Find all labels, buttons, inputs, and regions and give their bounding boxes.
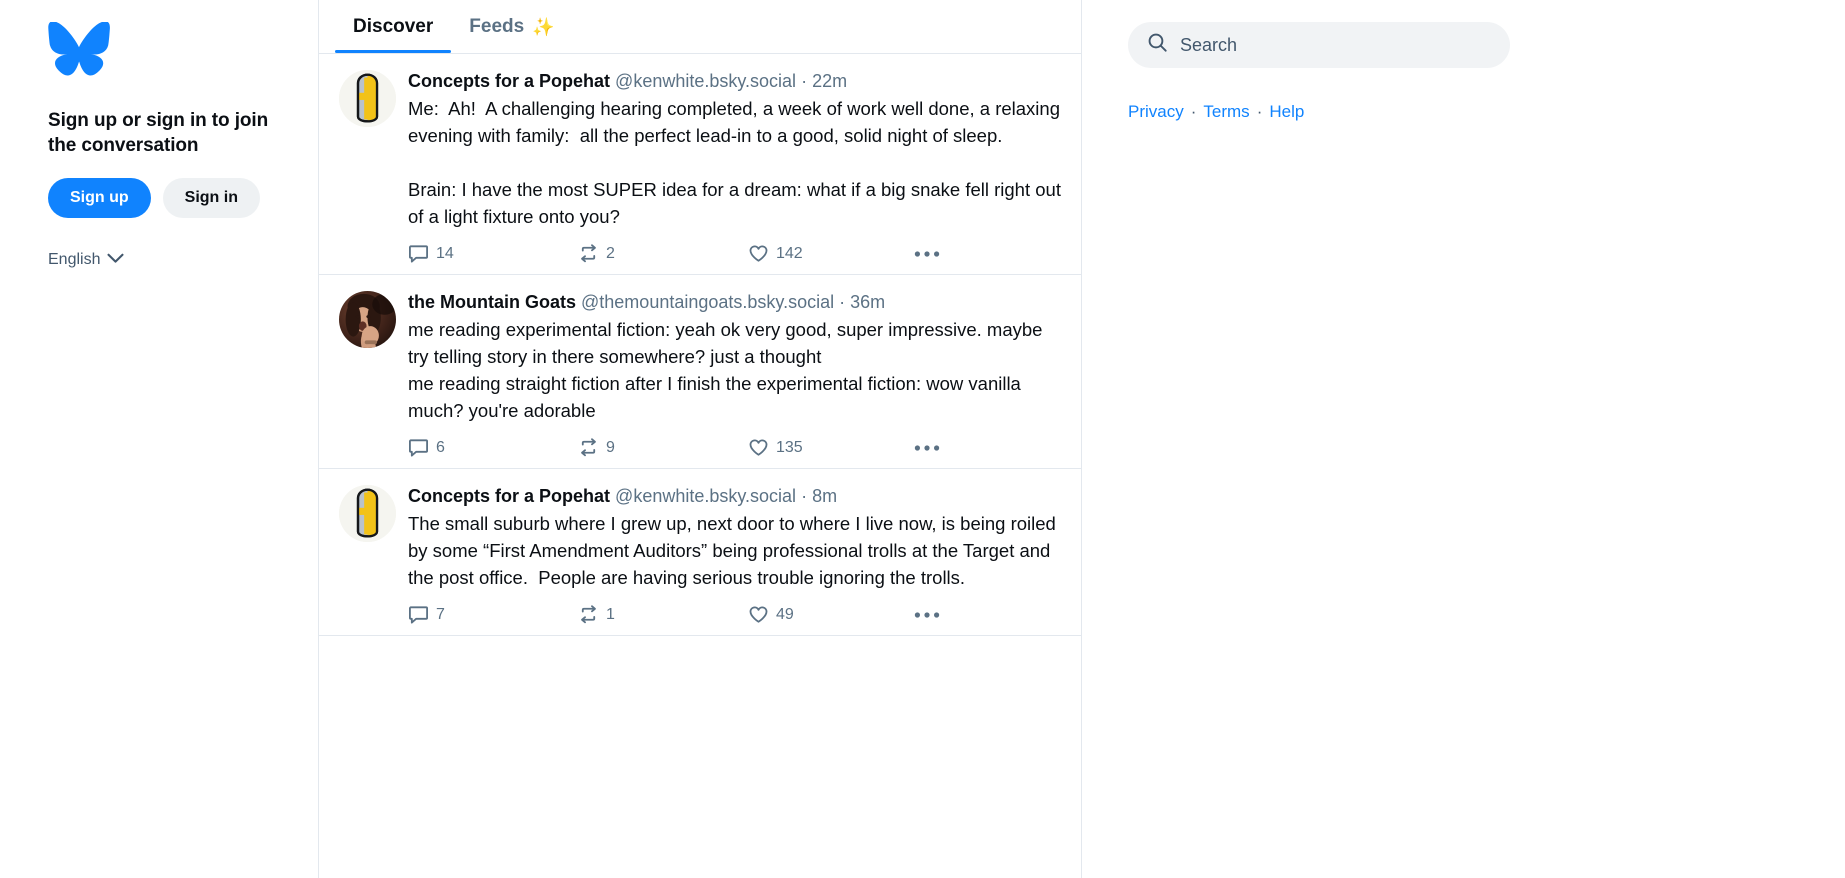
search-input[interactable] bbox=[1180, 34, 1491, 56]
like-button[interactable]: 135 bbox=[748, 435, 908, 460]
heart-icon bbox=[748, 243, 769, 264]
reply-bubble-icon bbox=[408, 437, 429, 458]
repost-arrows-icon bbox=[578, 437, 599, 458]
reply-count: 7 bbox=[436, 605, 445, 623]
footer-separator: · bbox=[1256, 102, 1263, 121]
post-action-bar: 7 1 49 bbox=[408, 602, 1067, 627]
post-timestamp[interactable]: 8m bbox=[812, 486, 837, 506]
heart-icon bbox=[748, 604, 769, 625]
reply-button[interactable]: 6 bbox=[408, 435, 578, 460]
signin-button[interactable]: Sign in bbox=[162, 178, 260, 219]
search-icon bbox=[1147, 32, 1168, 58]
post-content: Concepts for a Popehat @kenwhite.bsky.so… bbox=[408, 483, 1067, 627]
footer-links: Privacy · Terms · Help bbox=[1128, 102, 1845, 122]
post-item[interactable]: Concepts for a Popehat @kenwhite.bsky.so… bbox=[319, 469, 1081, 637]
post-content: the Mountain Goats @themountaingoats.bsk… bbox=[408, 289, 1067, 460]
post-content: Concepts for a Popehat @kenwhite.bsky.so… bbox=[408, 68, 1067, 266]
heart-icon bbox=[748, 437, 769, 458]
terms-link[interactable]: Terms bbox=[1203, 102, 1249, 122]
post-action-bar: 14 2 142 bbox=[408, 241, 1067, 266]
signin-prompt: Sign up or sign in to join the conversat… bbox=[48, 110, 269, 157]
reply-bubble-icon bbox=[408, 243, 429, 264]
post-handle[interactable]: @themountaingoats.bsky.social bbox=[581, 292, 834, 312]
tab-feeds-label: Feeds bbox=[469, 15, 525, 37]
repost-button[interactable]: 2 bbox=[578, 241, 748, 266]
post-header: Concepts for a Popehat @kenwhite.bsky.so… bbox=[408, 483, 1067, 509]
post-display-name[interactable]: Concepts for a Popehat bbox=[408, 71, 610, 91]
tab-discover[interactable]: Discover bbox=[335, 0, 452, 53]
feed-column: Discover Feeds ✨ Concepts for a Popehat … bbox=[318, 0, 1082, 878]
post-separator: · bbox=[801, 486, 808, 507]
search-box[interactable] bbox=[1128, 22, 1510, 68]
post-item[interactable]: the Mountain Goats @themountaingoats.bsk… bbox=[319, 275, 1081, 470]
repost-count: 1 bbox=[606, 605, 615, 623]
tab-feeds[interactable]: Feeds ✨ bbox=[451, 0, 572, 53]
post-header: the Mountain Goats @themountaingoats.bsk… bbox=[408, 289, 1067, 315]
like-count: 142 bbox=[776, 244, 803, 262]
ellipsis-icon bbox=[914, 607, 940, 622]
ellipsis-icon bbox=[914, 246, 940, 261]
post-handle[interactable]: @kenwhite.bsky.social bbox=[615, 71, 796, 91]
post-handle[interactable]: @kenwhite.bsky.social bbox=[615, 486, 796, 506]
reply-count: 14 bbox=[436, 244, 454, 262]
post-text: The small suburb where I grew up, next d… bbox=[408, 513, 1061, 589]
bluesky-butterfly-logo-icon[interactable] bbox=[48, 21, 110, 78]
right-sidebar: Privacy · Terms · Help bbox=[1082, 0, 1845, 878]
post-action-bar: 6 9 135 bbox=[408, 435, 1067, 460]
popehat-mitre-avatar[interactable] bbox=[339, 485, 396, 543]
post-separator: · bbox=[801, 71, 808, 91]
more-options-button[interactable] bbox=[908, 244, 946, 263]
post-item[interactable]: Concepts for a Popehat @kenwhite.bsky.so… bbox=[319, 54, 1081, 276]
help-link[interactable]: Help bbox=[1269, 102, 1304, 122]
sparkles-icon: ✨ bbox=[532, 16, 555, 37]
like-button[interactable]: 142 bbox=[748, 241, 908, 266]
repost-count: 9 bbox=[606, 438, 615, 456]
privacy-link[interactable]: Privacy bbox=[1128, 102, 1184, 122]
post-timestamp[interactable]: 36m bbox=[850, 292, 885, 312]
reply-count: 6 bbox=[436, 438, 445, 456]
feed-tabbar: Discover Feeds ✨ bbox=[319, 0, 1081, 54]
reply-button[interactable]: 7 bbox=[408, 602, 578, 627]
repost-button[interactable]: 9 bbox=[578, 435, 748, 460]
more-options-button[interactable] bbox=[908, 605, 946, 624]
signup-button[interactable]: Sign up bbox=[48, 178, 151, 219]
like-button[interactable]: 49 bbox=[748, 602, 908, 627]
post-text: Me: Ah! A challenging hearing completed,… bbox=[408, 98, 1061, 228]
repost-button[interactable]: 1 bbox=[578, 602, 748, 627]
footer-separator: · bbox=[1190, 102, 1197, 121]
more-options-button[interactable] bbox=[908, 438, 946, 457]
post-display-name[interactable]: Concepts for a Popehat bbox=[408, 486, 610, 506]
auth-button-row: Sign up Sign in bbox=[48, 178, 270, 219]
popehat-mitre-avatar[interactable] bbox=[339, 70, 396, 127]
post-text: me reading experimental fiction: yeah ok… bbox=[408, 319, 1043, 422]
like-count: 135 bbox=[776, 438, 803, 456]
tab-discover-label: Discover bbox=[353, 15, 434, 37]
post-separator: · bbox=[839, 292, 846, 313]
reply-button[interactable]: 14 bbox=[408, 241, 578, 266]
language-label: English bbox=[48, 251, 101, 269]
language-selector[interactable]: English bbox=[48, 251, 125, 269]
app-root: Sign up or sign in to join the conversat… bbox=[0, 0, 1845, 878]
post-timestamp[interactable]: 22m bbox=[812, 71, 847, 91]
mountain-goats-photo-avatar[interactable] bbox=[339, 291, 396, 349]
chevron-down-icon bbox=[107, 251, 125, 269]
reply-bubble-icon bbox=[408, 604, 429, 625]
post-header: Concepts for a Popehat @kenwhite.bsky.so… bbox=[408, 68, 1067, 94]
like-count: 49 bbox=[776, 605, 794, 623]
left-sidebar: Sign up or sign in to join the conversat… bbox=[0, 0, 318, 878]
repost-arrows-icon bbox=[578, 243, 599, 264]
repost-arrows-icon bbox=[578, 604, 599, 625]
ellipsis-icon bbox=[914, 440, 940, 455]
repost-count: 2 bbox=[606, 244, 615, 262]
post-display-name[interactable]: the Mountain Goats bbox=[408, 292, 576, 312]
